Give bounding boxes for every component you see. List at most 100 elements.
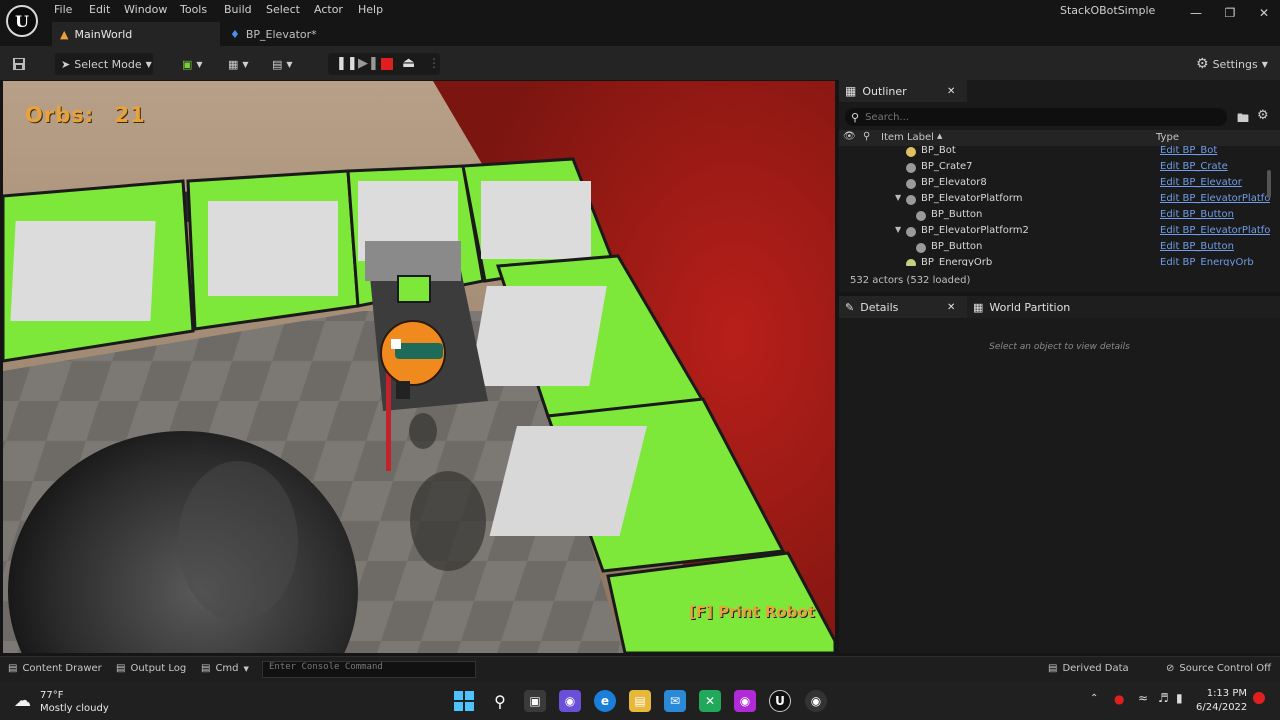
list-item[interactable]: BP_Elevator8 Edit BP_Elevator <box>839 176 1280 192</box>
list-item[interactable]: BP_EnergyOrb Edit BP_EnergyOrb <box>839 256 1280 266</box>
minimize-icon[interactable]: — <box>1188 6 1204 20</box>
search-icon[interactable]: ⚲ <box>489 690 511 712</box>
chevron-down-icon: ▼ <box>242 59 249 69</box>
edge-browser-icon[interactable]: e <box>594 690 616 712</box>
content-drawer-label: Content Drawer <box>22 663 102 674</box>
close-icon[interactable]: ✕ <box>947 86 955 97</box>
column-type[interactable]: Type <box>1156 132 1179 143</box>
recording-icon[interactable]: ● <box>1114 692 1124 706</box>
actor-icon <box>906 227 916 237</box>
tab-world-partition[interactable]: ▦ World Partition <box>967 296 1280 318</box>
type-link[interactable]: Edit BP_Crate <box>1160 161 1270 172</box>
task-view-icon[interactable]: ▣ <box>524 690 546 712</box>
outliner-tab[interactable]: ▦ Outliner ✕ <box>839 80 967 102</box>
expand-arrow-icon[interactable]: ▼ <box>895 193 901 202</box>
menu-select[interactable]: Select <box>266 3 300 16</box>
maximize-icon[interactable]: ❐ <box>1222 6 1238 20</box>
notification-icon[interactable] <box>1253 692 1265 704</box>
tab-details[interactable]: ✎ Details ✕ <box>839 296 967 318</box>
menu-actor[interactable]: Actor <box>314 3 343 16</box>
more-options-icon[interactable]: ⋮ <box>428 56 440 70</box>
add-actor-button[interactable]: ▣ ▼ <box>182 53 203 75</box>
weather-temperature: 77°F <box>40 690 64 701</box>
orbs-count: 21 <box>114 103 146 127</box>
unreal-logo-icon[interactable]: U <box>6 5 38 37</box>
list-item[interactable]: BP_Button Edit BP_Button <box>839 208 1280 224</box>
cinematics-button[interactable]: ▤ ▼ <box>272 53 293 75</box>
tab-bp-elevator[interactable]: ♦ BP_Elevator* <box>222 22 372 46</box>
menu-tools[interactable]: Tools <box>180 3 207 16</box>
outliner-scrollbar[interactable] <box>1267 170 1271 198</box>
volume-icon[interactable]: ♬ <box>1158 691 1169 705</box>
type-link[interactable]: Edit BP_Button <box>1160 241 1270 252</box>
menu-window[interactable]: Window <box>124 3 167 16</box>
menu-file[interactable]: File <box>54 3 72 16</box>
stop-icon[interactable] <box>381 58 393 70</box>
select-mode-dropdown[interactable]: ➤ Select Mode ▼ <box>55 53 153 75</box>
mail-icon[interactable]: ✉ <box>664 690 686 712</box>
level-viewport[interactable]: Orbs: 21 [F] Print Robot <box>3 81 835 653</box>
pause-icon[interactable]: ❚❚ <box>336 56 358 71</box>
windows-taskbar: ☁ ⚲ ▣ ◉ e ▤ ✉ ✕ ◉ U ◉ ⌃ ● ≈ ♬ ▮ <box>0 682 1280 720</box>
details-empty-message: Select an object to view details <box>989 342 1130 352</box>
close-icon[interactable]: ✕ <box>947 302 955 313</box>
file-explorer-icon[interactable]: ▤ <box>629 690 651 712</box>
type-link[interactable]: Edit BP_Bot <box>1160 146 1270 156</box>
derived-data-button[interactable]: ▤ Derived Data <box>1048 663 1129 674</box>
item-label: BP_Button <box>931 241 983 252</box>
clock-date[interactable]: 6/24/2022 <box>1196 702 1247 713</box>
console-input[interactable]: Enter Console Command <box>262 661 476 678</box>
source-control-button[interactable]: ⊘ Source Control Off <box>1166 663 1271 674</box>
search-icon: ⚲ <box>851 110 860 124</box>
menu-edit[interactable]: Edit <box>89 3 110 16</box>
outliner-title: Outliner <box>862 84 907 98</box>
outliner-search-box[interactable]: ⚲ <box>845 108 1227 126</box>
expand-arrow-icon[interactable]: ▼ <box>895 225 901 234</box>
wifi-icon[interactable]: ≈ <box>1138 691 1148 705</box>
step-frame-icon[interactable]: ▶❚ <box>358 56 379 71</box>
folder-add-icon[interactable]: 🖿 <box>1237 109 1249 130</box>
blueprint-menu-button[interactable]: ▦ ▼ <box>228 53 249 75</box>
list-item[interactable]: ▼ BP_ElevatorPlatform Edit BP_ElevatorPl… <box>839 192 1280 208</box>
type-link[interactable]: Edit BP_ElevatorPlatfor <box>1160 225 1270 236</box>
photos-icon[interactable]: ◉ <box>734 690 756 712</box>
save-icon[interactable] <box>12 53 26 75</box>
battery-icon[interactable]: ▮ <box>1176 691 1183 705</box>
weather-cloud-icon[interactable]: ☁ <box>14 691 31 711</box>
menu-help[interactable]: Help <box>358 3 383 16</box>
xbox-icon[interactable]: ✕ <box>699 690 721 712</box>
content-drawer-button[interactable]: ▤ Content Drawer <box>8 663 102 674</box>
actor-icon <box>906 147 916 157</box>
terminal-icon: ▤ <box>201 663 211 674</box>
type-link[interactable]: Edit BP_Button <box>1160 209 1270 220</box>
column-item-label[interactable]: Item Label <box>881 132 934 143</box>
search-input[interactable] <box>865 111 1206 123</box>
eject-icon[interactable]: ⏏ <box>402 55 415 71</box>
close-icon[interactable]: ✕ <box>1256 6 1272 20</box>
details-panel: ✎ Details ✕ ▦ World Partition Select an … <box>839 296 1280 653</box>
tab-mainworld[interactable]: ▲ MainWorld <box>52 22 220 46</box>
gear-icon[interactable]: ⚙ <box>1257 108 1269 123</box>
menu-build[interactable]: Build <box>224 3 252 16</box>
derived-data-icon: ▤ <box>1048 663 1058 674</box>
settings-label: Settings <box>1212 57 1258 71</box>
type-link[interactable]: Edit BP_ElevatorPlatfor <box>1160 193 1270 204</box>
windows-start-icon[interactable] <box>453 690 475 712</box>
cmd-dropdown[interactable]: ▤ Cmd ▼ <box>201 663 249 674</box>
list-item[interactable]: BP_Button Edit BP_Button <box>839 240 1280 256</box>
obs-icon[interactable]: ◉ <box>805 690 827 712</box>
actor-icon <box>906 179 916 189</box>
output-log-button[interactable]: ▤ Output Log <box>116 663 186 674</box>
type-link[interactable]: Edit BP_EnergyOrb <box>1160 257 1270 266</box>
type-link[interactable]: Edit BP_Elevator <box>1160 177 1270 188</box>
visibility-icon[interactable]: 👁 <box>843 131 856 142</box>
list-item[interactable]: BP_Crate7 Edit BP_Crate <box>839 160 1280 176</box>
clock-time[interactable]: 1:13 PM <box>1203 688 1247 699</box>
pin-icon[interactable]: ⚲ <box>863 131 870 142</box>
chat-icon[interactable]: ◉ <box>559 690 581 712</box>
list-item[interactable]: BP_Bot Edit BP_Bot <box>839 146 1280 160</box>
unreal-editor-icon[interactable]: U <box>769 690 791 712</box>
list-item[interactable]: ▼ BP_ElevatorPlatform2 Edit BP_ElevatorP… <box>839 224 1280 240</box>
chevron-up-icon[interactable]: ⌃ <box>1090 693 1098 704</box>
settings-button[interactable]: ⚙ Settings ▼ <box>1196 53 1268 75</box>
